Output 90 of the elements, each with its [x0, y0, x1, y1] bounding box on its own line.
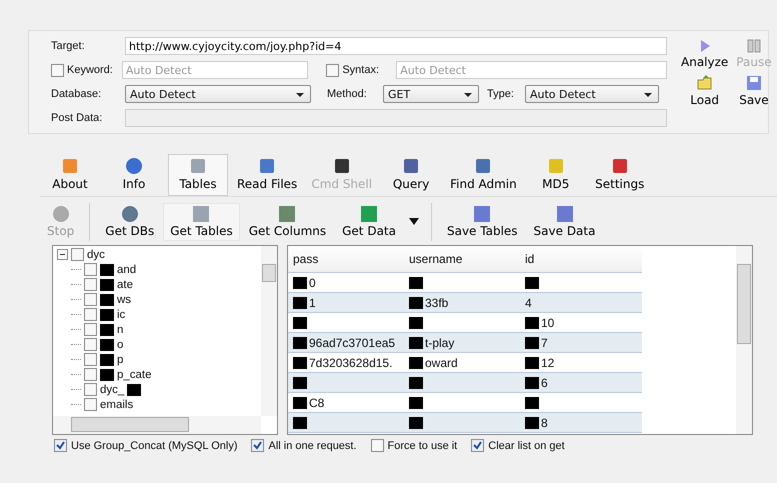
option-checkbox[interactable] — [54, 439, 67, 452]
tree-item[interactable]: dyc — [87, 248, 105, 260]
tab[interactable]: Find Admin — [445, 154, 522, 196]
dropdown-arrow-icon[interactable] — [408, 218, 419, 226]
tab[interactable]: Query — [381, 154, 442, 196]
tab[interactable]: Info — [104, 154, 164, 196]
tab[interactable]: MD5 — [526, 154, 586, 196]
action-button[interactable]: Load — [679, 73, 730, 109]
collapse-toggle[interactable] — [57, 249, 68, 260]
scrollbar[interactable] — [261, 246, 277, 416]
table-cell: C8 — [309, 396, 324, 410]
toolbar-button[interactable]: Get Columns — [242, 203, 334, 241]
column-header[interactable]: id — [522, 252, 632, 266]
tree-checkbox[interactable] — [84, 353, 97, 366]
toolbar-button[interactable]: Save Data — [526, 203, 602, 241]
tree-checkbox[interactable] — [84, 263, 97, 276]
tree-item[interactable]: dyc_ — [100, 384, 124, 396]
table-cell: 1 — [309, 296, 316, 310]
tree-checkbox[interactable] — [71, 248, 84, 261]
target-label: Target: — [51, 40, 86, 52]
column-header[interactable]: username — [406, 252, 522, 266]
type-dropdown[interactable]: Auto Detect — [525, 85, 659, 103]
database-dropdown[interactable]: Auto Detect — [125, 85, 311, 103]
toolbar-button[interactable]: Get DBs — [98, 203, 162, 241]
table-cell: 4 — [525, 296, 532, 310]
tab[interactable]: Read Files — [232, 154, 302, 196]
scrollbar[interactable] — [53, 416, 261, 434]
scrollbar[interactable] — [736, 246, 752, 434]
info-icon — [125, 157, 143, 175]
option-checkbox[interactable] — [471, 439, 484, 452]
option-checkbox[interactable] — [370, 439, 384, 452]
table-cell: 10 — [541, 316, 554, 330]
table-cell: 12 — [541, 356, 554, 370]
method-label: Method: — [327, 88, 368, 100]
toolbar-button[interactable]: Get Data — [335, 203, 403, 241]
tree-item[interactable]: p — [117, 354, 124, 366]
tab[interactable]: About — [40, 154, 100, 196]
tree-checkbox[interactable] — [84, 323, 97, 336]
table-cell: 7 — [541, 336, 548, 350]
tree-checkbox[interactable] — [84, 338, 97, 351]
tree-checkbox[interactable] — [84, 278, 97, 291]
tree-item[interactable]: n — [117, 324, 124, 336]
post-data-label: Post Data: — [51, 112, 104, 124]
tree-checkbox[interactable] — [84, 308, 97, 321]
tab[interactable]: Settings — [590, 154, 650, 196]
action-button[interactable]: Analyze — [679, 37, 730, 71]
tree-item[interactable]: ate — [117, 278, 133, 290]
type-label: Type: — [487, 88, 515, 100]
method-dropdown[interactable]: GET — [383, 85, 479, 103]
toolbar-button[interactable]: Save Tables — [440, 203, 525, 241]
syntax-checkbox[interactable] — [326, 64, 340, 76]
option-checkbox[interactable] — [251, 439, 264, 452]
syntax-field[interactable]: Auto Detect — [396, 61, 668, 79]
tree-item[interactable]: and — [117, 264, 136, 276]
tree-item[interactable]: o — [117, 338, 124, 350]
tree-item[interactable]: emails — [100, 398, 134, 410]
table-cell: oward — [425, 356, 458, 370]
database-label: Database: — [51, 88, 102, 100]
tab[interactable]: Tables — [168, 154, 228, 196]
pause-icon — [746, 39, 761, 53]
tree-item[interactable]: ic — [117, 308, 126, 320]
option-label: Force to use it — [388, 440, 458, 452]
tree-checkbox[interactable] — [84, 398, 97, 411]
folder-icon — [696, 75, 713, 91]
table-cell: 8 — [541, 416, 548, 430]
keyword-field[interactable]: Auto Detect — [122, 61, 308, 79]
toolbar-button[interactable]: Get Tables — [163, 203, 240, 241]
option-label: Use Group_Concat (MySQL Only) — [71, 440, 238, 452]
stop-icon — [50, 205, 71, 223]
tree-checkbox[interactable] — [84, 293, 97, 306]
table-cell: 6 — [541, 376, 548, 390]
keyword-checkbox[interactable] — [51, 64, 64, 76]
tree-item[interactable]: p_cate — [117, 368, 152, 380]
target-field[interactable]: http://www.cyjoycity.com/joy.php?id=4 — [125, 37, 667, 55]
tree-item[interactable]: ws — [117, 294, 132, 306]
table-cell: 7d3203628d15. — [309, 356, 392, 370]
syntax-label: Syntax: — [342, 64, 380, 76]
option-label: Clear list on get — [488, 440, 565, 452]
option-label: All in one request. — [268, 440, 357, 452]
post-data-field[interactable] — [125, 109, 667, 127]
tree-checkbox[interactable] — [84, 383, 97, 396]
tree-checkbox[interactable] — [84, 368, 97, 381]
table-cell: 0 — [309, 276, 316, 290]
keyword-label: Keyword: — [67, 64, 114, 76]
column-header[interactable]: pass — [288, 252, 406, 266]
play-icon — [698, 39, 711, 53]
table-cell: 96ad7c3701ea5 — [309, 336, 396, 350]
table-cell: t-play — [425, 336, 454, 350]
table-cell: 33fb — [425, 296, 448, 310]
action-button[interactable]: Save — [734, 73, 774, 109]
